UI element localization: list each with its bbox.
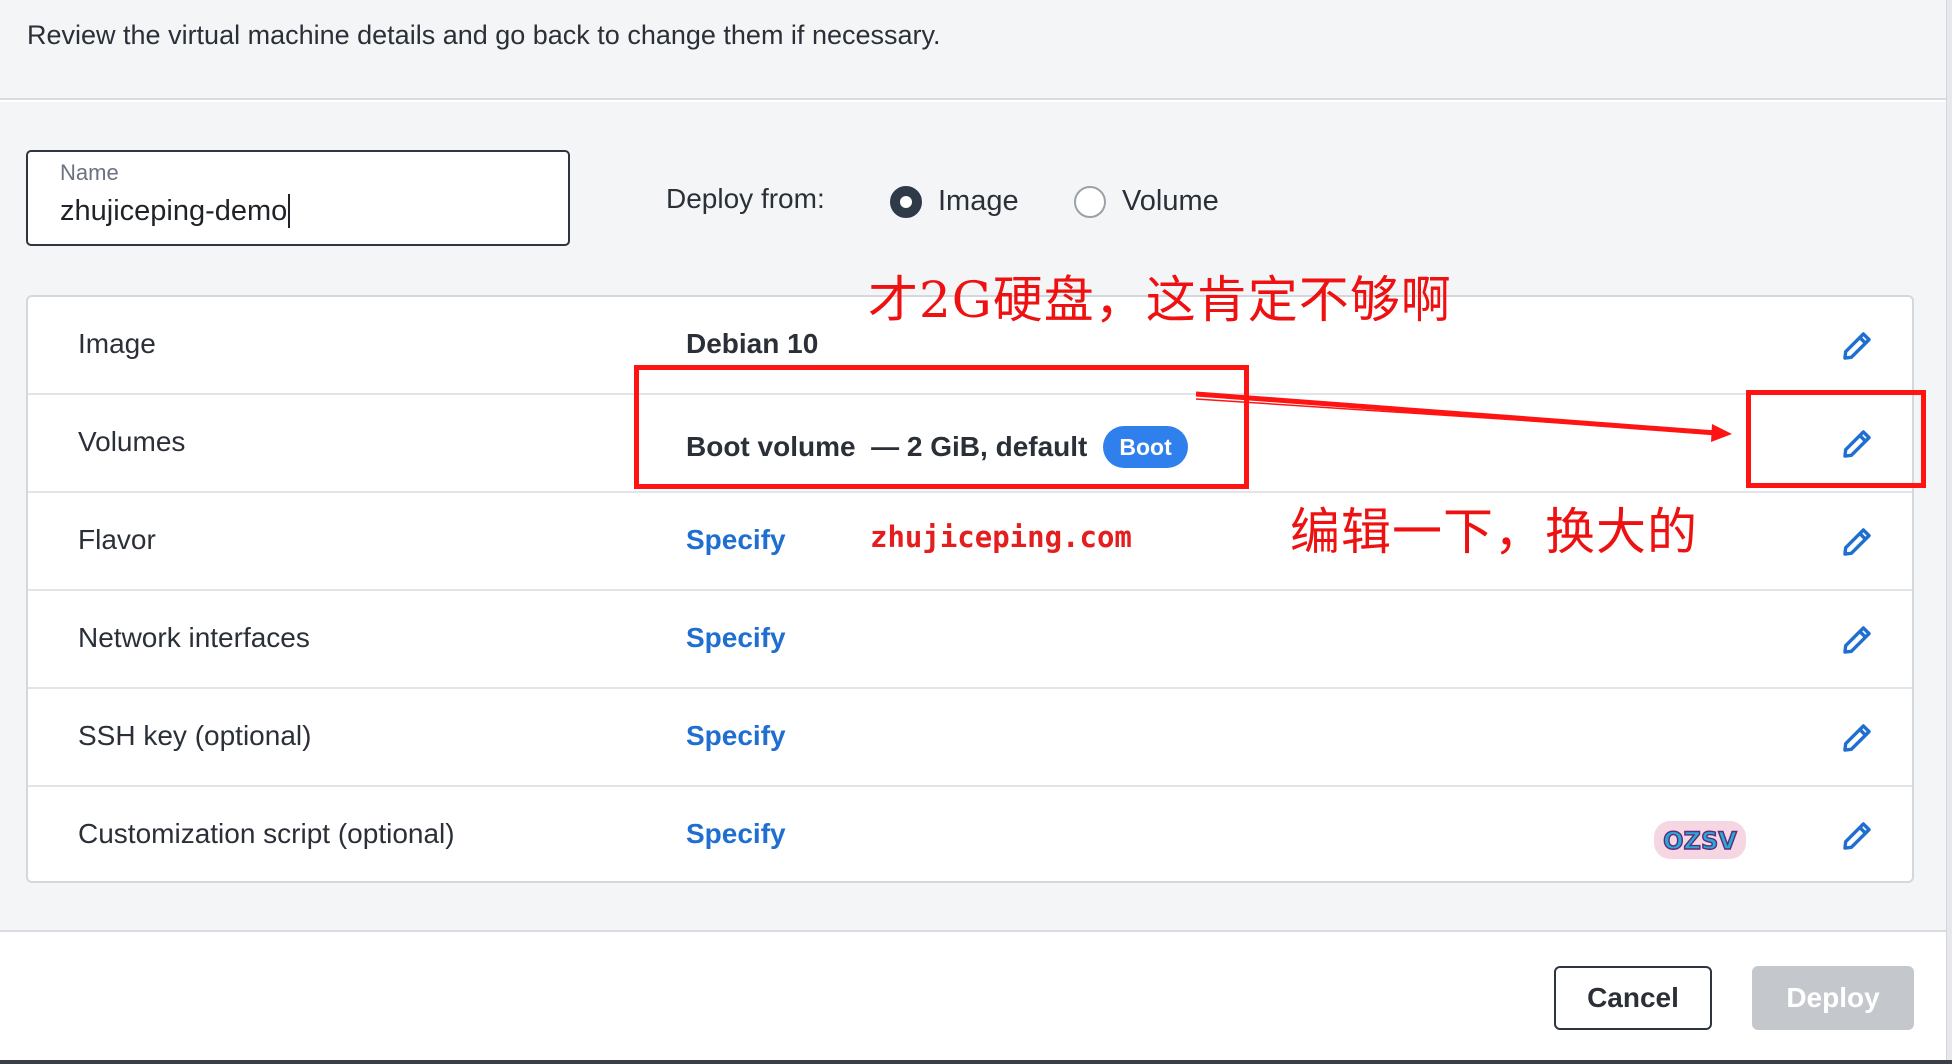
row-label: SSH key (optional) (78, 720, 312, 751)
pencil-icon[interactable] (1840, 525, 1874, 559)
row-label: Customization script (optional) (78, 818, 455, 849)
row-label: Image (78, 328, 156, 359)
bottom-edge (0, 1060, 1952, 1064)
radio-unchecked-icon[interactable] (1074, 185, 1106, 218)
page-subtitle: Review the virtual machine details and g… (27, 20, 941, 50)
svg-text:OZSV: OZSV (1663, 827, 1737, 855)
watermark-text: zhujiceping.com (870, 520, 1132, 554)
summary-row-ssh-key: SSH key (optional) Specify (28, 689, 1912, 787)
specify-link[interactable]: Specify (686, 622, 786, 654)
radio-volume[interactable]: Volume (1074, 185, 1219, 218)
header: Review the virtual machine details and g… (0, 0, 1952, 100)
annotation-box-volume (634, 365, 1249, 489)
name-input[interactable]: zhujiceping-demo (60, 194, 291, 228)
specify-link[interactable]: Specify (686, 720, 786, 752)
annotation-box-edit (1746, 390, 1926, 488)
specify-link[interactable]: Specify (686, 524, 786, 556)
radio-volume-label: Volume (1122, 185, 1219, 217)
annotation-top-note: 才2G硬盘，这肯定不够啊 (868, 271, 1452, 329)
pencil-icon[interactable] (1840, 623, 1874, 657)
radio-checked-icon[interactable] (890, 185, 922, 218)
deploy-button[interactable]: Deploy (1752, 966, 1914, 1030)
image-value: Debian 10 (686, 328, 819, 359)
scrollbar[interactable] (1946, 0, 1952, 1064)
row-label: Volumes (78, 426, 186, 457)
pencil-icon[interactable] (1840, 819, 1874, 853)
radio-image-label: Image (938, 185, 1019, 217)
summary-row-customization: Customization script (optional) Specify (28, 787, 1912, 885)
annotation-right-note: 编辑一下，换大的 (1290, 503, 1698, 561)
pencil-icon[interactable] (1840, 721, 1874, 755)
pencil-icon[interactable] (1840, 329, 1874, 363)
summary-row-network: Network interfaces Specify (28, 591, 1912, 689)
specify-link[interactable]: Specify (686, 818, 786, 850)
row-label: Flavor (78, 524, 156, 555)
ozsv-logo: OZSV (1654, 821, 1746, 859)
name-field-label: Name (60, 160, 119, 185)
row-label: Network interfaces (78, 622, 310, 653)
deploy-from-label: Deploy from: (666, 183, 825, 214)
cancel-button[interactable]: Cancel (1554, 966, 1712, 1030)
name-field[interactable]: Name zhujiceping-demo (26, 150, 570, 246)
row-value: Debian 10 (686, 328, 818, 360)
radio-image[interactable]: Image (890, 185, 1019, 218)
